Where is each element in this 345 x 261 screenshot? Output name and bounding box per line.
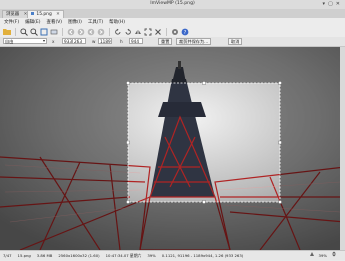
previous-icon[interactable]	[67, 28, 75, 36]
last-icon[interactable]	[97, 28, 105, 36]
toolbar-divider	[109, 27, 110, 36]
height-label: h	[120, 39, 123, 44]
crop-y-field[interactable]: 263	[72, 38, 86, 44]
chevron-down-icon: ▾	[43, 38, 46, 43]
toolbar-divider	[15, 27, 16, 36]
toolbar: ?	[0, 26, 345, 37]
tab-image[interactable]: 15.png ✕	[27, 10, 64, 18]
crop-options-bar: 自由 ▾ x 933 y 263 w 1189 h 944 重置 裁剪并保存为.…	[0, 37, 345, 47]
crop-width-field[interactable]: 1189	[98, 38, 112, 44]
vertical-scrollbar[interactable]	[340, 47, 345, 250]
cancel-button[interactable]: 取消	[228, 38, 243, 45]
actual-size-icon[interactable]	[50, 28, 58, 36]
window-title: ImViewMP (15.png)	[150, 1, 195, 6]
title-bar: ImViewMP (15.png) ▾ ▢ ✕	[0, 0, 345, 9]
status-index: 7/47	[3, 253, 12, 258]
maximize-button[interactable]: ▢	[328, 1, 333, 7]
crop-height-field[interactable]: 944	[129, 38, 143, 44]
rotate-left-icon[interactable]	[114, 28, 122, 36]
width-label: w	[92, 39, 96, 44]
status-coords: 0.1121, 91196 - 1189x944, 1.26 (933 263)	[161, 253, 244, 258]
tab-close-icon[interactable]: ✕	[56, 12, 60, 17]
image-canvas[interactable]	[0, 47, 345, 250]
fullscreen-icon[interactable]	[144, 28, 152, 36]
help-icon[interactable]: ?	[181, 28, 189, 36]
menu-help[interactable]: 帮助(H)	[109, 19, 125, 25]
minimize-button[interactable]: ▾	[323, 1, 326, 7]
tab-label: 浏览器	[6, 12, 20, 17]
delete-icon[interactable]	[154, 28, 162, 36]
zoom-in-icon[interactable]	[20, 27, 28, 36]
zoom-out-icon[interactable]	[30, 27, 38, 36]
status-filename: 15.png	[17, 253, 31, 258]
svg-text:?: ?	[184, 29, 187, 35]
status-dimensions: 2560x1600x32 (1.60)	[58, 253, 100, 258]
fit-window-icon[interactable]	[40, 28, 48, 36]
x-label: x	[52, 39, 55, 44]
settings-icon[interactable]	[171, 28, 179, 36]
menu-image[interactable]: 图像(I)	[68, 19, 82, 25]
status-date: 10:47:34.07 星期六	[105, 253, 142, 258]
toolbar-divider	[166, 27, 167, 36]
toolbar-divider	[62, 27, 63, 36]
menu-bar: 文件(F) 编辑(E) 查看(V) 图像(I) 工具(T) 帮助(H)	[0, 18, 345, 26]
rotate-right-icon[interactable]	[124, 28, 132, 36]
menu-tools[interactable]: 工具(T)	[88, 19, 103, 25]
first-icon[interactable]	[87, 28, 95, 36]
reset-button[interactable]: 重置	[158, 38, 173, 45]
menu-edit[interactable]: 编辑(E)	[25, 19, 40, 25]
tower-image	[0, 47, 345, 250]
crop-save-as-button[interactable]: 裁剪并保存为...	[176, 38, 212, 45]
menu-file[interactable]: 文件(F)	[4, 19, 19, 25]
menu-view[interactable]: 查看(V)	[46, 19, 62, 25]
status-bar: 7/47 15.png 3.86 MB 2560x1600x32 (1.60) …	[0, 250, 345, 260]
status-filesize: 3.86 MB	[36, 253, 53, 258]
open-folder-icon[interactable]	[3, 28, 11, 36]
status-zoom-info: 39%	[147, 253, 156, 258]
close-button[interactable]: ✕	[336, 1, 340, 7]
crop-preset-select[interactable]: 自由	[3, 38, 47, 44]
tab-label: 15.png	[36, 12, 52, 17]
image-file-icon	[31, 12, 34, 15]
flip-icon[interactable]	[134, 28, 142, 36]
next-icon[interactable]	[77, 28, 85, 36]
